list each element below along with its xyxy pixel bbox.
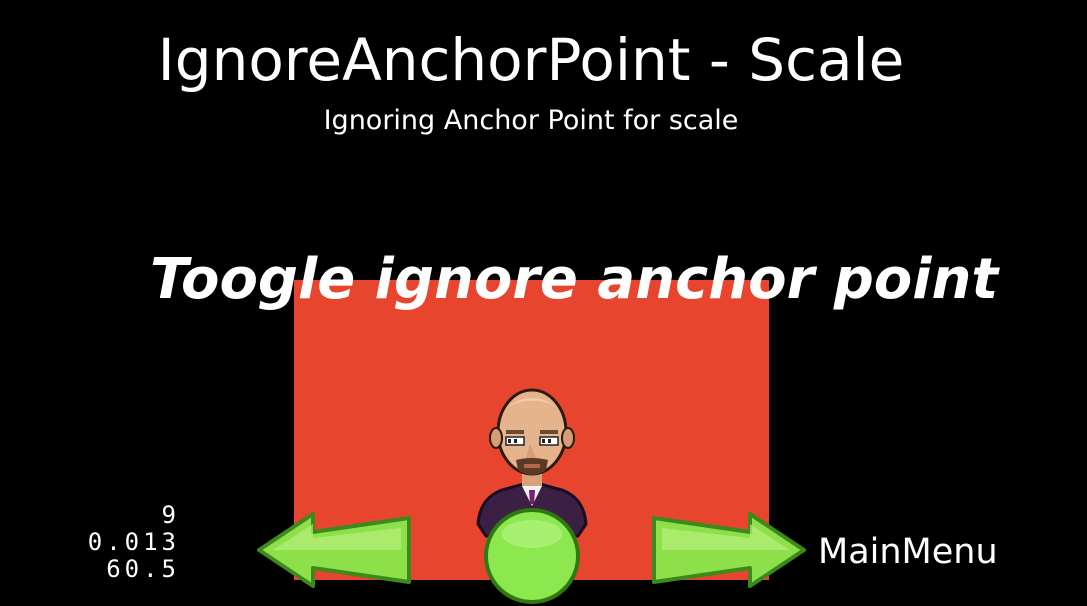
scene-subtitle: Ignoring Anchor Point for scale: [323, 105, 739, 136]
stats-frame-time: 0.013: [87, 528, 180, 556]
stats-fps: 60.5: [106, 555, 180, 583]
green-ball-icon[interactable]: [482, 506, 582, 606]
scene-title: IgnoreAnchorPoint - Scale: [157, 26, 905, 94]
stats-draw-calls: 9: [161, 501, 180, 529]
main-menu-button[interactable]: MainMenu: [818, 530, 998, 574]
toggle-anchor-point-button[interactable]: Toogle ignore anchor point: [150, 244, 998, 316]
green-arrow-left-icon[interactable]: [255, 508, 415, 588]
green-arrow-right-icon[interactable]: [648, 508, 808, 588]
stats-display: 9 0.013 60.5: [40, 502, 180, 583]
